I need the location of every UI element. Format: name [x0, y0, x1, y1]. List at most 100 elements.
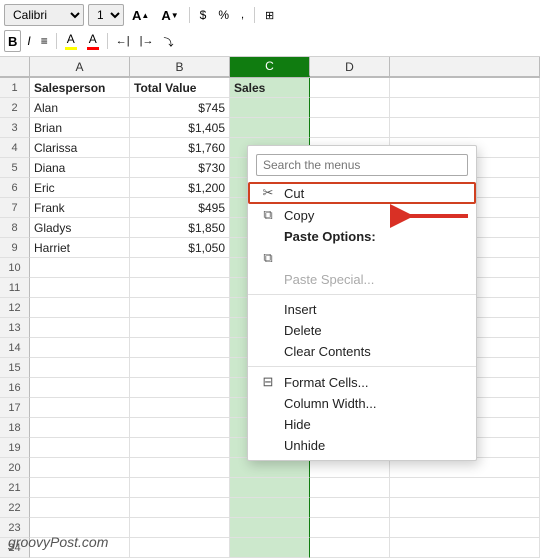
row-number[interactable]: 17	[0, 398, 30, 418]
cell[interactable]	[230, 458, 310, 478]
cell[interactable]	[30, 258, 130, 278]
cell[interactable]	[310, 458, 390, 478]
cell[interactable]	[30, 278, 130, 298]
cell[interactable]	[30, 358, 130, 378]
row-number[interactable]: 8	[0, 218, 30, 238]
cell[interactable]	[130, 398, 230, 418]
cell[interactable]	[130, 338, 230, 358]
cell[interactable]	[30, 438, 130, 458]
row-number[interactable]: 11	[0, 278, 30, 298]
cell[interactable]	[130, 438, 230, 458]
delete-menu-item[interactable]: Delete	[248, 320, 476, 341]
cut-menu-item[interactable]: ✂ Cut	[248, 182, 476, 204]
cell[interactable]	[310, 478, 390, 498]
cell[interactable]	[30, 398, 130, 418]
row-number[interactable]: 14	[0, 338, 30, 358]
cell[interactable]: Frank	[30, 198, 130, 218]
format-table-button[interactable]: ⊞	[261, 4, 278, 26]
cell[interactable]	[130, 498, 230, 518]
cell[interactable]	[390, 458, 540, 478]
hide-menu-item[interactable]: Hide	[248, 414, 476, 435]
cell[interactable]	[390, 538, 540, 558]
col-header-e[interactable]	[390, 57, 540, 77]
cell[interactable]: Brian	[30, 118, 130, 138]
bold-button[interactable]: B	[4, 30, 21, 52]
search-menus-input[interactable]	[256, 154, 468, 176]
cell[interactable]: Alan	[30, 98, 130, 118]
row-number[interactable]: 16	[0, 378, 30, 398]
cell[interactable]: Eric	[30, 178, 130, 198]
row-number[interactable]: 5	[0, 158, 30, 178]
copy-menu-item[interactable]: ⧉ Copy	[248, 204, 476, 226]
font-name-select[interactable]: Calibri	[4, 4, 84, 26]
cell[interactable]: $745	[130, 98, 230, 118]
cell[interactable]	[130, 358, 230, 378]
insert-menu-item[interactable]: Insert	[248, 299, 476, 320]
cell[interactable]	[30, 318, 130, 338]
cell[interactable]: Total Value	[130, 78, 230, 98]
cell[interactable]	[30, 418, 130, 438]
percent-button[interactable]: %	[214, 4, 233, 26]
col-header-d[interactable]: D	[310, 57, 390, 77]
cell[interactable]	[310, 78, 390, 98]
row-number[interactable]: 22	[0, 498, 30, 518]
col-header-c[interactable]: C	[230, 57, 310, 77]
col-header-b[interactable]: B	[130, 57, 230, 77]
cell[interactable]	[30, 298, 130, 318]
font-color-button[interactable]: A	[83, 30, 103, 52]
cell[interactable]	[130, 478, 230, 498]
wrap-text-button[interactable]: ⤵	[159, 30, 177, 52]
cell[interactable]	[230, 538, 310, 558]
col-header-a[interactable]: A	[30, 57, 130, 77]
cell[interactable]	[30, 498, 130, 518]
cell[interactable]: $1,405	[130, 118, 230, 138]
cell[interactable]	[230, 118, 310, 138]
cell[interactable]: $1,050	[130, 238, 230, 258]
row-number[interactable]: 9	[0, 238, 30, 258]
cell[interactable]: Harriet	[30, 238, 130, 258]
row-number[interactable]: 24	[0, 538, 30, 558]
row-number[interactable]: 13	[0, 318, 30, 338]
row-number[interactable]: 15	[0, 358, 30, 378]
dollar-button[interactable]: $	[196, 4, 211, 26]
cell[interactable]	[390, 518, 540, 538]
cell[interactable]	[130, 378, 230, 398]
row-number[interactable]: 19	[0, 438, 30, 458]
increase-font-button[interactable]: A▲	[128, 4, 153, 26]
decrease-font-button[interactable]: A▼	[157, 4, 182, 26]
row-number[interactable]: 7	[0, 198, 30, 218]
italic-button[interactable]: I	[23, 30, 34, 52]
comma-button[interactable]: ,	[237, 4, 248, 26]
cell[interactable]	[230, 98, 310, 118]
cell[interactable]	[390, 478, 540, 498]
cell[interactable]	[230, 498, 310, 518]
row-number[interactable]: 23	[0, 518, 30, 538]
cell[interactable]	[130, 318, 230, 338]
row-number[interactable]: 10	[0, 258, 30, 278]
cell[interactable]	[30, 338, 130, 358]
cell[interactable]	[310, 538, 390, 558]
cell[interactable]	[130, 518, 230, 538]
cell[interactable]: $1,850	[130, 218, 230, 238]
row-number[interactable]: 20	[0, 458, 30, 478]
cell[interactable]	[130, 258, 230, 278]
cell[interactable]: Clarissa	[30, 138, 130, 158]
cell[interactable]: $730	[130, 158, 230, 178]
row-number[interactable]: 1	[0, 78, 30, 98]
align-button[interactable]: ≡	[37, 30, 52, 52]
row-number[interactable]: 12	[0, 298, 30, 318]
row-number[interactable]: 2	[0, 98, 30, 118]
row-number[interactable]: 4	[0, 138, 30, 158]
cell[interactable]	[30, 378, 130, 398]
row-number[interactable]: 6	[0, 178, 30, 198]
cell[interactable]	[310, 518, 390, 538]
cell[interactable]	[310, 98, 390, 118]
cell[interactable]	[390, 118, 540, 138]
cell[interactable]	[130, 458, 230, 478]
cell[interactable]	[390, 78, 540, 98]
cell[interactable]	[130, 418, 230, 438]
cell[interactable]	[30, 458, 130, 478]
cell[interactable]	[230, 518, 310, 538]
increase-indent-button[interactable]: |→	[136, 30, 158, 52]
cell[interactable]	[130, 538, 230, 558]
